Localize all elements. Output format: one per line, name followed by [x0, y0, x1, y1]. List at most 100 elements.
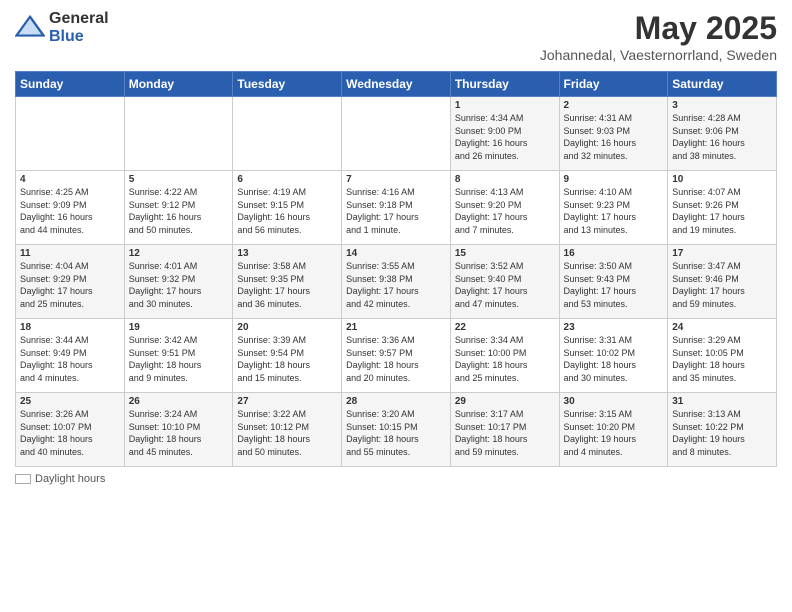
day-number: 11: [20, 248, 120, 259]
day-number: 5: [129, 174, 229, 185]
day-info: Sunrise: 3:44 AM Sunset: 9:49 PM Dayligh…: [20, 334, 120, 384]
day-cell-16: 16Sunrise: 3:50 AM Sunset: 9:43 PM Dayli…: [559, 245, 668, 319]
calendar-body: 1Sunrise: 4:34 AM Sunset: 9:00 PM Daylig…: [16, 97, 777, 467]
calendar-page: General Blue May 2025 Johannedal, Vaeste…: [0, 0, 792, 612]
title-block: May 2025 Johannedal, Vaesternorrland, Sw…: [540, 10, 777, 63]
day-number: 3: [672, 100, 772, 111]
day-info: Sunrise: 3:20 AM Sunset: 10:15 PM Daylig…: [346, 408, 446, 458]
day-number: 29: [455, 396, 555, 407]
day-cell-4: 4Sunrise: 4:25 AM Sunset: 9:09 PM Daylig…: [16, 171, 125, 245]
day-info: Sunrise: 3:47 AM Sunset: 9:46 PM Dayligh…: [672, 260, 772, 310]
header-day-wednesday: Wednesday: [342, 72, 451, 97]
week-row-4: 18Sunrise: 3:44 AM Sunset: 9:49 PM Dayli…: [16, 319, 777, 393]
day-info: Sunrise: 4:07 AM Sunset: 9:26 PM Dayligh…: [672, 186, 772, 236]
day-cell-28: 28Sunrise: 3:20 AM Sunset: 10:15 PM Dayl…: [342, 393, 451, 467]
day-number: 20: [237, 322, 337, 333]
month-title: May 2025: [540, 10, 777, 47]
day-number: 23: [564, 322, 664, 333]
empty-cell: [342, 97, 451, 171]
day-info: Sunrise: 4:13 AM Sunset: 9:20 PM Dayligh…: [455, 186, 555, 236]
day-info: Sunrise: 3:24 AM Sunset: 10:10 PM Daylig…: [129, 408, 229, 458]
day-info: Sunrise: 3:31 AM Sunset: 10:02 PM Daylig…: [564, 334, 664, 384]
day-cell-27: 27Sunrise: 3:22 AM Sunset: 10:12 PM Dayl…: [233, 393, 342, 467]
day-info: Sunrise: 3:15 AM Sunset: 10:20 PM Daylig…: [564, 408, 664, 458]
day-number: 31: [672, 396, 772, 407]
day-cell-7: 7Sunrise: 4:16 AM Sunset: 9:18 PM Daylig…: [342, 171, 451, 245]
day-cell-14: 14Sunrise: 3:55 AM Sunset: 9:38 PM Dayli…: [342, 245, 451, 319]
week-row-5: 25Sunrise: 3:26 AM Sunset: 10:07 PM Dayl…: [16, 393, 777, 467]
day-cell-20: 20Sunrise: 3:39 AM Sunset: 9:54 PM Dayli…: [233, 319, 342, 393]
day-cell-2: 2Sunrise: 4:31 AM Sunset: 9:03 PM Daylig…: [559, 97, 668, 171]
day-number: 14: [346, 248, 446, 259]
day-cell-21: 21Sunrise: 3:36 AM Sunset: 9:57 PM Dayli…: [342, 319, 451, 393]
day-number: 18: [20, 322, 120, 333]
day-number: 17: [672, 248, 772, 259]
day-number: 16: [564, 248, 664, 259]
day-number: 28: [346, 396, 446, 407]
day-info: Sunrise: 3:36 AM Sunset: 9:57 PM Dayligh…: [346, 334, 446, 384]
header: General Blue May 2025 Johannedal, Vaeste…: [15, 10, 777, 63]
logo-general-text: General: [49, 10, 109, 28]
day-number: 26: [129, 396, 229, 407]
day-number: 10: [672, 174, 772, 185]
day-cell-31: 31Sunrise: 3:13 AM Sunset: 10:22 PM Dayl…: [668, 393, 777, 467]
day-cell-15: 15Sunrise: 3:52 AM Sunset: 9:40 PM Dayli…: [450, 245, 559, 319]
day-info: Sunrise: 4:01 AM Sunset: 9:32 PM Dayligh…: [129, 260, 229, 310]
day-cell-6: 6Sunrise: 4:19 AM Sunset: 9:15 PM Daylig…: [233, 171, 342, 245]
day-info: Sunrise: 3:42 AM Sunset: 9:51 PM Dayligh…: [129, 334, 229, 384]
empty-cell: [233, 97, 342, 171]
legend-box: [15, 474, 31, 484]
day-info: Sunrise: 3:13 AM Sunset: 10:22 PM Daylig…: [672, 408, 772, 458]
day-info: Sunrise: 3:55 AM Sunset: 9:38 PM Dayligh…: [346, 260, 446, 310]
header-day-sunday: Sunday: [16, 72, 125, 97]
day-info: Sunrise: 4:10 AM Sunset: 9:23 PM Dayligh…: [564, 186, 664, 236]
day-info: Sunrise: 4:19 AM Sunset: 9:15 PM Dayligh…: [237, 186, 337, 236]
day-number: 1: [455, 100, 555, 111]
day-number: 19: [129, 322, 229, 333]
header-row: SundayMondayTuesdayWednesdayThursdayFrid…: [16, 72, 777, 97]
day-cell-8: 8Sunrise: 4:13 AM Sunset: 9:20 PM Daylig…: [450, 171, 559, 245]
day-cell-1: 1Sunrise: 4:34 AM Sunset: 9:00 PM Daylig…: [450, 97, 559, 171]
day-cell-18: 18Sunrise: 3:44 AM Sunset: 9:49 PM Dayli…: [16, 319, 125, 393]
header-day-monday: Monday: [124, 72, 233, 97]
day-info: Sunrise: 3:52 AM Sunset: 9:40 PM Dayligh…: [455, 260, 555, 310]
location: Johannedal, Vaesternorrland, Sweden: [540, 47, 777, 63]
day-cell-26: 26Sunrise: 3:24 AM Sunset: 10:10 PM Dayl…: [124, 393, 233, 467]
calendar-table: SundayMondayTuesdayWednesdayThursdayFrid…: [15, 71, 777, 467]
day-cell-5: 5Sunrise: 4:22 AM Sunset: 9:12 PM Daylig…: [124, 171, 233, 245]
day-number: 15: [455, 248, 555, 259]
logo: General Blue: [15, 10, 109, 46]
day-cell-29: 29Sunrise: 3:17 AM Sunset: 10:17 PM Dayl…: [450, 393, 559, 467]
day-info: Sunrise: 4:25 AM Sunset: 9:09 PM Dayligh…: [20, 186, 120, 236]
day-info: Sunrise: 4:04 AM Sunset: 9:29 PM Dayligh…: [20, 260, 120, 310]
day-number: 9: [564, 174, 664, 185]
daylight-label: Daylight hours: [35, 473, 105, 485]
day-cell-17: 17Sunrise: 3:47 AM Sunset: 9:46 PM Dayli…: [668, 245, 777, 319]
day-cell-3: 3Sunrise: 4:28 AM Sunset: 9:06 PM Daylig…: [668, 97, 777, 171]
day-cell-25: 25Sunrise: 3:26 AM Sunset: 10:07 PM Dayl…: [16, 393, 125, 467]
day-cell-13: 13Sunrise: 3:58 AM Sunset: 9:35 PM Dayli…: [233, 245, 342, 319]
logo-text: General Blue: [49, 10, 109, 46]
day-number: 4: [20, 174, 120, 185]
day-cell-9: 9Sunrise: 4:10 AM Sunset: 9:23 PM Daylig…: [559, 171, 668, 245]
day-info: Sunrise: 3:22 AM Sunset: 10:12 PM Daylig…: [237, 408, 337, 458]
day-number: 13: [237, 248, 337, 259]
day-number: 6: [237, 174, 337, 185]
header-day-tuesday: Tuesday: [233, 72, 342, 97]
day-number: 22: [455, 322, 555, 333]
day-cell-30: 30Sunrise: 3:15 AM Sunset: 10:20 PM Dayl…: [559, 393, 668, 467]
day-number: 25: [20, 396, 120, 407]
day-number: 24: [672, 322, 772, 333]
day-info: Sunrise: 4:34 AM Sunset: 9:00 PM Dayligh…: [455, 112, 555, 162]
day-cell-24: 24Sunrise: 3:29 AM Sunset: 10:05 PM Dayl…: [668, 319, 777, 393]
day-info: Sunrise: 3:26 AM Sunset: 10:07 PM Daylig…: [20, 408, 120, 458]
day-info: Sunrise: 3:29 AM Sunset: 10:05 PM Daylig…: [672, 334, 772, 384]
logo-icon: [15, 13, 45, 43]
week-row-3: 11Sunrise: 4:04 AM Sunset: 9:29 PM Dayli…: [16, 245, 777, 319]
logo-blue-text: Blue: [49, 28, 109, 46]
day-info: Sunrise: 3:17 AM Sunset: 10:17 PM Daylig…: [455, 408, 555, 458]
day-info: Sunrise: 3:39 AM Sunset: 9:54 PM Dayligh…: [237, 334, 337, 384]
day-info: Sunrise: 4:22 AM Sunset: 9:12 PM Dayligh…: [129, 186, 229, 236]
day-number: 2: [564, 100, 664, 111]
day-info: Sunrise: 3:58 AM Sunset: 9:35 PM Dayligh…: [237, 260, 337, 310]
